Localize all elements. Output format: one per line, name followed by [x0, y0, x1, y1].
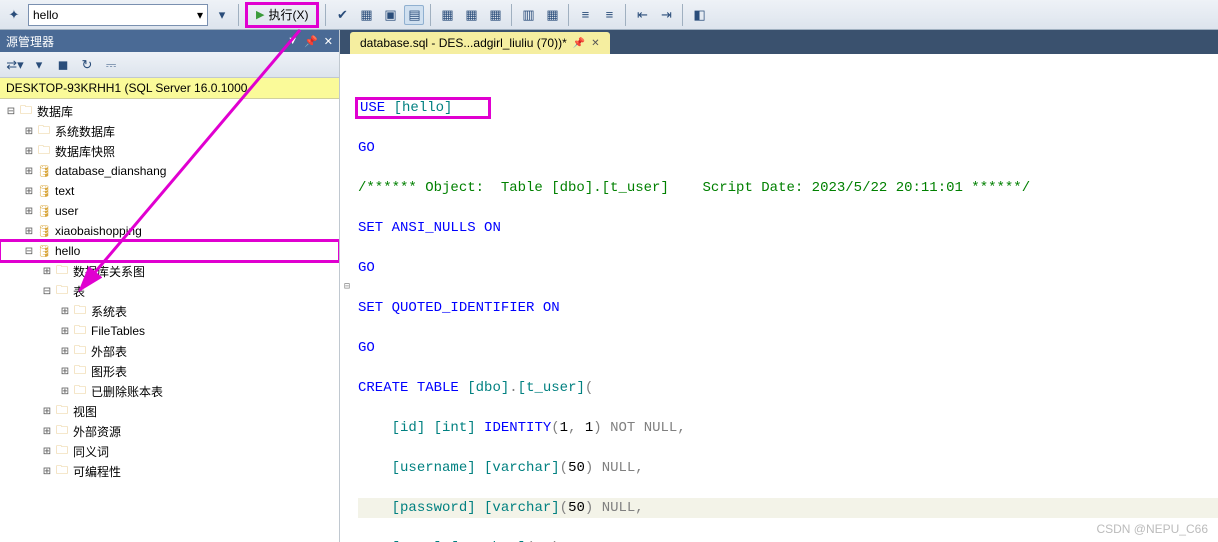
- pin-icon[interactable]: 📌: [573, 38, 585, 49]
- tree-node-filetables[interactable]: ⊞🗀FileTables: [0, 321, 339, 341]
- indent-left-icon[interactable]: ⇤: [632, 5, 652, 25]
- folder-icon: 🗀: [54, 443, 70, 459]
- folder-icon: 🗀: [54, 403, 70, 419]
- separator: [238, 4, 239, 26]
- folder-icon: 🗀: [54, 463, 70, 479]
- folder-icon: 🗀: [36, 143, 52, 159]
- server-label: DESKTOP-93KRHH1 (SQL Server 16.0.1000: [0, 78, 339, 99]
- folder-icon: 🗀: [18, 103, 34, 119]
- panel-header: 源管理器 ▼ 📌 ✕: [0, 30, 339, 52]
- chevron-down-icon: ▾: [197, 8, 203, 22]
- window-icon[interactable]: ▣: [380, 5, 400, 25]
- folder-icon: 🗀: [54, 263, 70, 279]
- tool-icon-4[interactable]: ▥: [518, 5, 538, 25]
- tree-node-diagrams[interactable]: ⊞🗀数据库关系图: [0, 261, 339, 281]
- folder-icon: 🗀: [72, 323, 88, 339]
- tree-node-hello[interactable]: ⊟🛢hello: [0, 241, 339, 261]
- database-icon: 🛢: [36, 163, 52, 179]
- tree-node-snapshots[interactable]: ⊞🗀数据库快照: [0, 141, 339, 161]
- activity-icon[interactable]: ⎓: [102, 56, 120, 74]
- tree-node-synonyms[interactable]: ⊞🗀同义词: [0, 441, 339, 461]
- refresh-icon[interactable]: ↻: [78, 56, 96, 74]
- separator: [430, 4, 431, 26]
- tree-node-db2[interactable]: ⊞🛢text: [0, 181, 339, 201]
- panel-toolbar: ⇄▾ ▾ ◼ ↻ ⎓: [0, 52, 339, 78]
- folder-icon: 🗀: [72, 363, 88, 379]
- close-icon[interactable]: ✕: [324, 35, 333, 48]
- database-icon: 🛢: [36, 203, 52, 219]
- tree-node-db1[interactable]: ⊞🛢database_dianshang: [0, 161, 339, 181]
- tool-icon[interactable]: ✦: [4, 5, 24, 25]
- connect-icon[interactable]: ⇄▾: [6, 56, 24, 74]
- tool-icon-5[interactable]: ▦: [542, 5, 562, 25]
- save-icon[interactable]: ▤: [404, 5, 424, 25]
- database-icon: 🛢: [36, 223, 52, 239]
- separator: [325, 4, 326, 26]
- tool-icon-7[interactable]: ≡: [599, 5, 619, 25]
- tree-node-databases[interactable]: ⊟🗀数据库: [0, 101, 339, 121]
- database-icon: 🛢: [36, 243, 52, 259]
- check-icon[interactable]: ✔: [332, 5, 352, 25]
- tree-node-extres[interactable]: ⊞🗀外部资源: [0, 421, 339, 441]
- stop-icon[interactable]: ◼: [54, 56, 72, 74]
- close-icon[interactable]: ✕: [591, 38, 599, 49]
- play-icon: ▶: [256, 8, 264, 21]
- diagram-icon[interactable]: ▦: [356, 5, 376, 25]
- tab-bar: database.sql - DES...adgirl_liuliu (70))…: [340, 30, 1218, 54]
- tree-node-views[interactable]: ⊞🗀视图: [0, 401, 339, 421]
- tree-node-systables[interactable]: ⊞🗀系统表: [0, 301, 339, 321]
- folder-icon: 🗀: [54, 423, 70, 439]
- tab-sql[interactable]: database.sql - DES...adgirl_liuliu (70))…: [350, 32, 610, 54]
- tool-icon-6[interactable]: ≡: [575, 5, 595, 25]
- separator: [568, 4, 569, 26]
- filter-icon[interactable]: ▾: [30, 56, 48, 74]
- tool-icon-2[interactable]: ▦: [461, 5, 481, 25]
- editor-area: database.sql - DES...adgirl_liuliu (70))…: [340, 30, 1218, 542]
- main-toolbar: ✦ hello ▾ ▾ ▶ 执行(X) ✔ ▦ ▣ ▤ ▦ ▦ ▦ ▥ ▦ ≡ …: [0, 0, 1218, 30]
- separator: [511, 4, 512, 26]
- tree-node-db3[interactable]: ⊞🛢user: [0, 201, 339, 221]
- database-icon: 🛢: [36, 183, 52, 199]
- tree: ⊟🗀数据库 ⊞🗀系统数据库 ⊞🗀数据库快照 ⊞🛢database_diansha…: [0, 99, 339, 542]
- tree-node-exttables[interactable]: ⊞🗀外部表: [0, 341, 339, 361]
- dropdown-icon[interactable]: ▾: [212, 5, 232, 25]
- tree-node-sysdb[interactable]: ⊞🗀系统数据库: [0, 121, 339, 141]
- tree-node-tables[interactable]: ⊟🗀表: [0, 281, 339, 301]
- tree-node-droppedledger[interactable]: ⊞🗀已删除账本表: [0, 381, 339, 401]
- folder-icon: 🗀: [72, 343, 88, 359]
- tree-node-programmability[interactable]: ⊞🗀可编程性: [0, 461, 339, 481]
- object-explorer: 源管理器 ▼ 📌 ✕ ⇄▾ ▾ ◼ ↻ ⎓ DESKTOP-93KRHH1 (S…: [0, 30, 340, 542]
- tool-icon-3[interactable]: ▦: [485, 5, 505, 25]
- separator: [625, 4, 626, 26]
- tool-icon-1[interactable]: ▦: [437, 5, 457, 25]
- tree-node-graphtables[interactable]: ⊞🗀图形表: [0, 361, 339, 381]
- tree-node-db4[interactable]: ⊞🛢xiaobaishopping: [0, 221, 339, 241]
- dropdown-icon[interactable]: ▼: [287, 35, 298, 48]
- separator: [682, 4, 683, 26]
- folder-icon: 🗀: [36, 123, 52, 139]
- database-dropdown[interactable]: hello ▾: [28, 4, 208, 26]
- execute-button[interactable]: ▶ 执行(X): [245, 2, 319, 28]
- folder-icon: 🗀: [72, 383, 88, 399]
- folder-icon: 🗀: [72, 303, 88, 319]
- tool-icon-8[interactable]: ◧: [689, 5, 709, 25]
- folder-icon: 🗀: [54, 283, 70, 299]
- indent-right-icon[interactable]: ⇥: [656, 5, 676, 25]
- code-editor[interactable]: ⊟ ⊟ USE [hello] GO /****** Object: Table…: [340, 54, 1218, 542]
- pin-icon[interactable]: 📌: [304, 35, 318, 48]
